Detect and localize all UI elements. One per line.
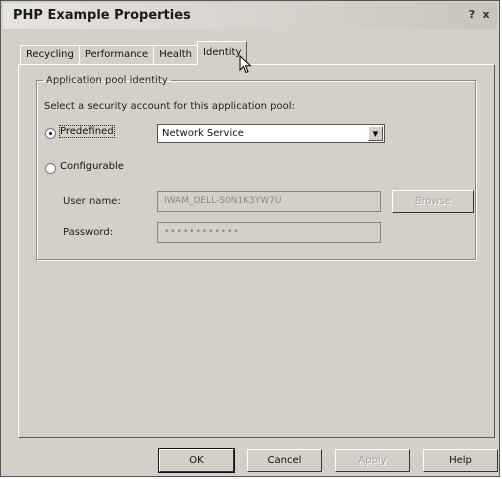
close-icon[interactable]: x [479, 8, 493, 22]
tab-recycling[interactable]: Recycling [20, 45, 80, 64]
group-label: Application pool identity [46, 75, 168, 86]
properties-dialog: PHP Example Properties ? x Recycling Per… [0, 0, 500, 477]
tab-strip: Recycling Performance Health Identity [20, 41, 248, 65]
ok-button[interactable]: OK [158, 448, 235, 473]
title-bar[interactable]: PHP Example Properties ? x [3, 3, 497, 29]
application-pool-identity-group: Application pool identity [36, 75, 476, 260]
title-bar-buttons: ? x [465, 8, 493, 22]
tab-health[interactable]: Health [153, 45, 199, 64]
help-icon[interactable]: ? [465, 8, 479, 22]
mouse-cursor-icon [239, 55, 252, 74]
cancel-button[interactable]: Cancel [247, 449, 322, 472]
help-button[interactable]: Help [423, 449, 498, 472]
apply-button[interactable]: Apply [335, 449, 410, 472]
window-title: PHP Example Properties [13, 8, 191, 23]
tab-panel-identity: Application pool identity [18, 64, 495, 438]
tab-performance[interactable]: Performance [78, 45, 155, 64]
